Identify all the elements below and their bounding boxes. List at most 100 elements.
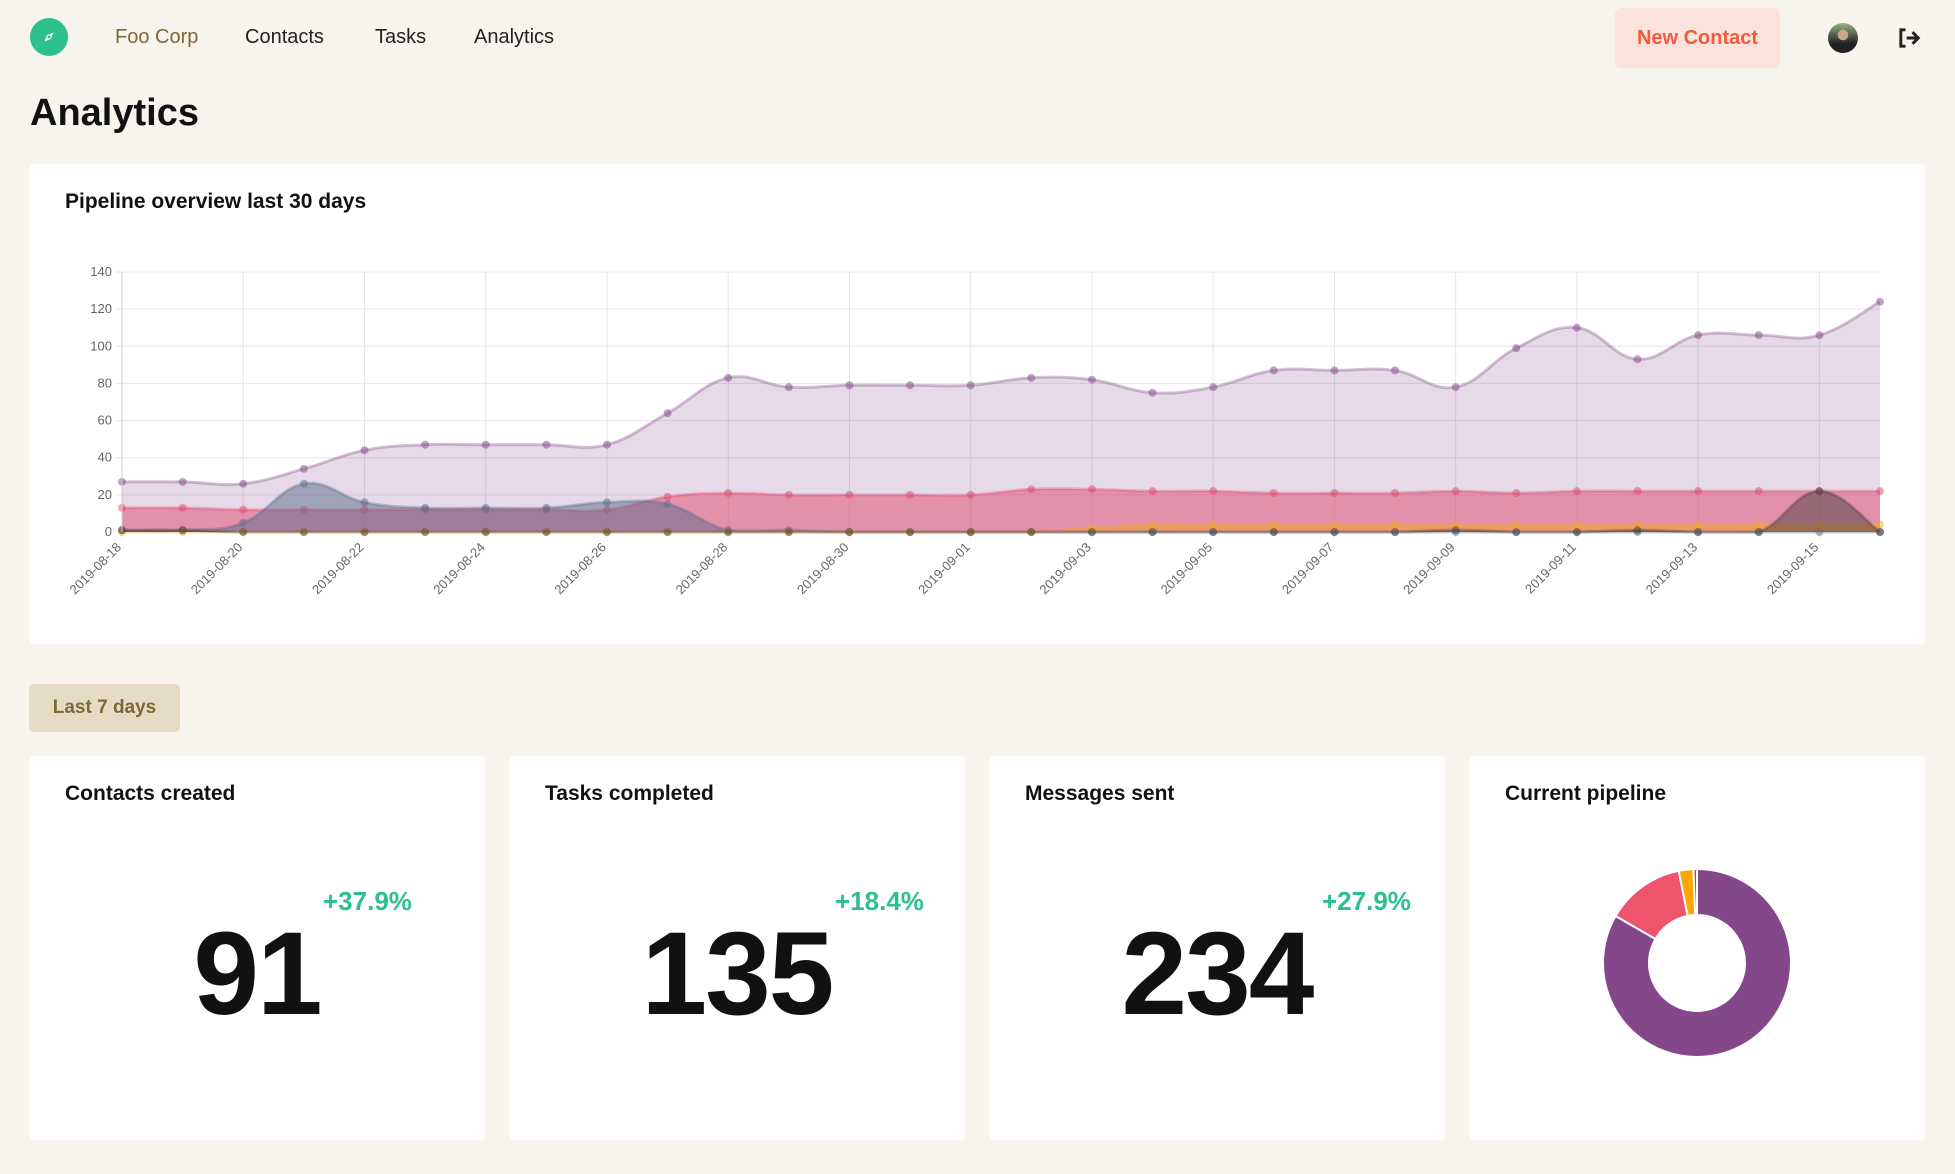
y-tick-label: 60 — [98, 413, 112, 428]
data-point — [1330, 528, 1339, 536]
data-point — [1572, 487, 1581, 496]
data-point — [1330, 366, 1339, 375]
data-point — [1330, 489, 1339, 497]
data-point — [1269, 520, 1278, 529]
data-point — [906, 381, 915, 390]
data-point — [1876, 520, 1884, 529]
data-point — [1876, 528, 1884, 536]
logo[interactable] — [30, 18, 68, 56]
data-point — [1876, 297, 1884, 306]
data-point — [1087, 528, 1096, 536]
stat-card-pipeline: Current pipeline — [1469, 756, 1925, 1140]
data-point — [1087, 375, 1096, 384]
data-point — [966, 528, 975, 536]
data-point — [1209, 383, 1218, 392]
nav-brand[interactable]: Foo Corp — [115, 26, 198, 49]
nav-tasks[interactable]: Tasks — [375, 26, 426, 49]
data-point — [299, 479, 308, 488]
stat-change: +37.9% — [323, 886, 412, 916]
data-point — [299, 464, 308, 473]
data-point — [906, 528, 915, 536]
data-point — [481, 528, 490, 536]
x-tick-label: 2019-09-01 — [915, 540, 973, 598]
x-tick-label: 2019-09-03 — [1036, 540, 1094, 598]
data-point — [1754, 528, 1763, 536]
data-point — [602, 440, 611, 449]
data-point — [1391, 366, 1400, 375]
data-point — [178, 526, 187, 535]
nav-contacts[interactable]: Contacts — [245, 26, 324, 49]
x-tick-label: 2019-08-22 — [309, 540, 367, 598]
compass-icon — [44, 32, 54, 42]
data-point — [1330, 520, 1339, 529]
stat-value: 135 — [641, 908, 835, 1040]
data-point — [1633, 487, 1642, 496]
data-point — [1633, 526, 1642, 535]
data-point — [784, 528, 793, 536]
stat-title: Messages sent — [1025, 782, 1175, 805]
y-tick-label: 100 — [90, 338, 112, 353]
data-point — [360, 446, 369, 455]
y-tick-label: 120 — [90, 301, 112, 316]
data-point — [906, 490, 915, 499]
y-tick-label: 0 — [105, 524, 112, 539]
data-point — [542, 528, 551, 536]
logout-icon[interactable] — [1895, 24, 1923, 52]
data-point — [1451, 487, 1460, 496]
data-point — [1572, 528, 1581, 536]
data-point — [845, 490, 854, 499]
data-point — [966, 381, 975, 390]
data-point — [1754, 520, 1763, 529]
stat-card-tasks: Tasks completed 135 +18.4% — [509, 756, 965, 1140]
data-point — [784, 490, 793, 499]
data-point — [1269, 528, 1278, 536]
stat-card-messages: Messages sent 234 +27.9% — [989, 756, 1445, 1140]
data-point — [360, 528, 369, 536]
data-point — [784, 383, 793, 392]
data-point — [663, 500, 672, 509]
y-tick-label: 140 — [90, 264, 112, 279]
x-tick-label: 2019-08-24 — [430, 540, 488, 598]
data-point — [239, 505, 248, 514]
data-point — [1694, 331, 1703, 340]
x-tick-label: 2019-08-18 — [66, 540, 124, 598]
data-point — [1451, 383, 1460, 392]
data-point — [421, 440, 430, 449]
new-contact-button[interactable]: New Contact — [1615, 8, 1780, 68]
data-point — [724, 373, 733, 382]
data-point — [1815, 331, 1824, 340]
pipeline-donut — [1602, 867, 1792, 1058]
y-tick-label: 20 — [98, 487, 112, 502]
data-point — [724, 489, 733, 497]
x-tick-label: 2019-09-15 — [1764, 540, 1822, 598]
x-tick-label: 2019-09-11 — [1522, 540, 1579, 597]
data-point — [602, 528, 611, 536]
data-point — [481, 503, 490, 512]
x-tick-label: 2019-09-07 — [1279, 540, 1337, 598]
data-point — [663, 492, 672, 501]
data-point — [542, 503, 551, 512]
data-point — [1391, 489, 1400, 497]
data-point — [1512, 344, 1521, 353]
data-point — [1148, 528, 1157, 536]
data-point — [1148, 388, 1157, 397]
x-tick-label: 2019-08-28 — [673, 540, 731, 598]
data-point — [1754, 487, 1763, 496]
data-point — [1148, 520, 1157, 529]
data-point — [1027, 528, 1036, 536]
data-point — [1512, 520, 1521, 529]
avatar[interactable] — [1828, 23, 1858, 53]
x-tick-label: 2019-09-13 — [1643, 540, 1701, 598]
data-point — [1027, 485, 1036, 494]
data-point — [1209, 520, 1218, 529]
data-point — [239, 528, 248, 536]
data-point — [1572, 323, 1581, 332]
pipeline-card: Pipeline overview last 30 days 0 20 40 60 80… — [29, 164, 1925, 644]
nav-analytics[interactable]: Analytics — [474, 26, 554, 49]
data-point — [299, 528, 308, 536]
stat-change: +18.4% — [835, 886, 924, 916]
data-point — [602, 498, 611, 507]
data-point — [1815, 487, 1824, 496]
range-button[interactable]: Last 7 days — [29, 684, 180, 732]
data-point — [178, 477, 187, 486]
